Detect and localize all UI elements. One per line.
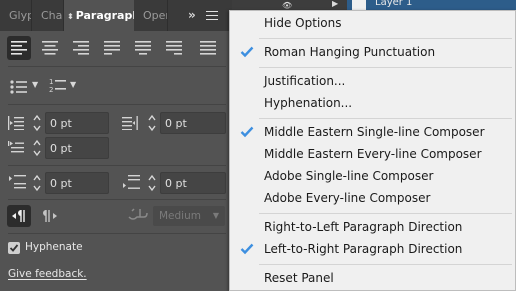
menu-item-right-to-left-paragraph-direction[interactable]: Right-to-Left Paragraph Direction — [230, 216, 515, 238]
tab-character[interactable]: Char — [32, 0, 64, 31]
menu-item-adobe-single-line-composer[interactable]: Adobe Single-line Composer — [230, 165, 515, 187]
menu-item-middle-eastern-single-line-composer[interactable]: Middle Eastern Single-line Composer — [230, 121, 515, 143]
menu-item-left-to-right-paragraph-direction[interactable]: Left-to-Right Paragraph Direction — [230, 238, 515, 260]
divider — [8, 104, 226, 105]
right-to-left-direction-button[interactable] — [38, 205, 62, 227]
reorder-arrows-icon: ⬍ — [67, 12, 74, 21]
paragraph-panel: Glyp Char ⬍Paragraph Oper » — [0, 0, 232, 291]
left-to-right-direction-button[interactable] — [7, 205, 31, 227]
menu-separator — [259, 213, 512, 214]
kashida-weight-select: Medium ▼ — [153, 206, 225, 226]
right-indent-input[interactable] — [160, 112, 226, 134]
divider — [8, 199, 226, 200]
ltr-paragraph-icon — [12, 210, 25, 222]
align-left-button[interactable] — [7, 36, 31, 60]
menu-item-hide-options[interactable]: Hide Options — [230, 12, 515, 34]
divider — [8, 233, 226, 234]
space-after-input[interactable] — [160, 172, 226, 194]
justify-last-right-icon — [166, 41, 182, 55]
justify-all-button[interactable] — [196, 36, 220, 60]
svg-text:1: 1 — [49, 78, 53, 86]
justify-last-center-button[interactable] — [131, 36, 155, 60]
bullet-list-icon[interactable] — [10, 79, 28, 98]
visibility-eye-icon[interactable]: 👁 — [282, 1, 292, 10]
menu-item-middle-eastern-every-line-composer[interactable]: Middle Eastern Every-line Composer — [230, 143, 515, 165]
give-feedback-link[interactable]: Give feedback. — [8, 268, 87, 280]
menu-item-reset-panel[interactable]: Reset Panel — [230, 267, 515, 289]
layer-thumbnail — [352, 0, 366, 10]
layer-name[interactable]: Layer 1 — [375, 0, 412, 8]
space-before-icon — [8, 174, 26, 193]
alignment-row — [0, 34, 232, 62]
align-center-button[interactable] — [38, 36, 62, 60]
kashida-icon — [128, 205, 150, 227]
menu-item-roman-hanging-punctuation[interactable]: Roman Hanging Punctuation — [230, 41, 515, 63]
divider — [8, 66, 226, 67]
left-indent-stepper[interactable] — [32, 112, 42, 134]
align-left-icon — [11, 41, 27, 55]
layers-panel-row: 👁 ▶ Layer 1 — [232, 0, 516, 10]
align-center-icon — [42, 41, 58, 55]
justify-last-right-button[interactable] — [162, 36, 186, 60]
divider — [8, 165, 226, 166]
space-after-icon — [122, 174, 140, 193]
panel-tab-bar: Glyp Char ⬍Paragraph Oper » — [0, 0, 232, 31]
panel-menu-icon[interactable] — [206, 9, 220, 22]
checkmark-icon — [240, 46, 254, 58]
right-indent-icon — [122, 115, 138, 134]
tab-glyphs[interactable]: Glyp — [0, 0, 32, 31]
menu-separator — [259, 38, 512, 39]
justify-all-icon — [200, 41, 216, 55]
menu-item-adobe-every-line-composer[interactable]: Adobe Every-line Composer — [230, 187, 515, 209]
chevron-down-icon: ▼ — [212, 211, 219, 220]
left-indent-icon — [8, 115, 24, 134]
justify-last-left-icon — [104, 41, 120, 55]
menu-separator — [259, 118, 512, 119]
space-before-stepper[interactable] — [32, 172, 42, 194]
right-indent-stepper[interactable] — [147, 112, 157, 134]
tab-paragraph[interactable]: ⬍ Paragraph — [64, 0, 134, 31]
expand-arrow-icon[interactable]: ▶ — [332, 0, 338, 8]
layer-selection-highlight — [347, 0, 516, 10]
first-line-indent-input[interactable] — [45, 137, 109, 159]
left-indent-input[interactable] — [45, 112, 109, 134]
bullet-dropdown-chevron-icon[interactable]: ▼ — [32, 80, 38, 89]
rtl-paragraph-icon — [43, 210, 57, 222]
align-right-button[interactable] — [69, 36, 93, 60]
paragraph-panel-flyout-menu: Hide Options Roman Hanging Punctuation J… — [229, 10, 516, 291]
numbering-dropdown-chevron-icon[interactable]: ▼ — [70, 80, 76, 89]
checkmark-icon — [240, 243, 254, 255]
hyphenate-checkbox[interactable] — [8, 242, 20, 254]
space-before-input[interactable] — [45, 172, 109, 194]
menu-item-hyphenation[interactable]: Hyphenation... — [230, 92, 515, 114]
justify-last-center-icon — [135, 41, 151, 55]
menu-separator — [259, 67, 512, 68]
menu-item-justification[interactable]: Justification... — [230, 70, 515, 92]
hyphenate-label: Hyphenate — [25, 241, 83, 253]
checkmark-icon — [9, 244, 19, 252]
justify-last-left-button[interactable] — [100, 36, 124, 60]
align-right-icon — [73, 41, 89, 55]
more-tabs-chevron-icon[interactable]: » — [188, 0, 200, 31]
tab-opentype[interactable]: Oper — [134, 0, 168, 31]
menu-separator — [259, 264, 512, 265]
svg-text:2: 2 — [49, 86, 53, 93]
space-after-stepper[interactable] — [147, 172, 157, 194]
first-line-indent-icon — [8, 140, 24, 159]
first-line-indent-stepper[interactable] — [32, 137, 42, 159]
numbered-list-icon[interactable]: 12 — [49, 77, 67, 97]
checkmark-icon — [240, 126, 254, 138]
